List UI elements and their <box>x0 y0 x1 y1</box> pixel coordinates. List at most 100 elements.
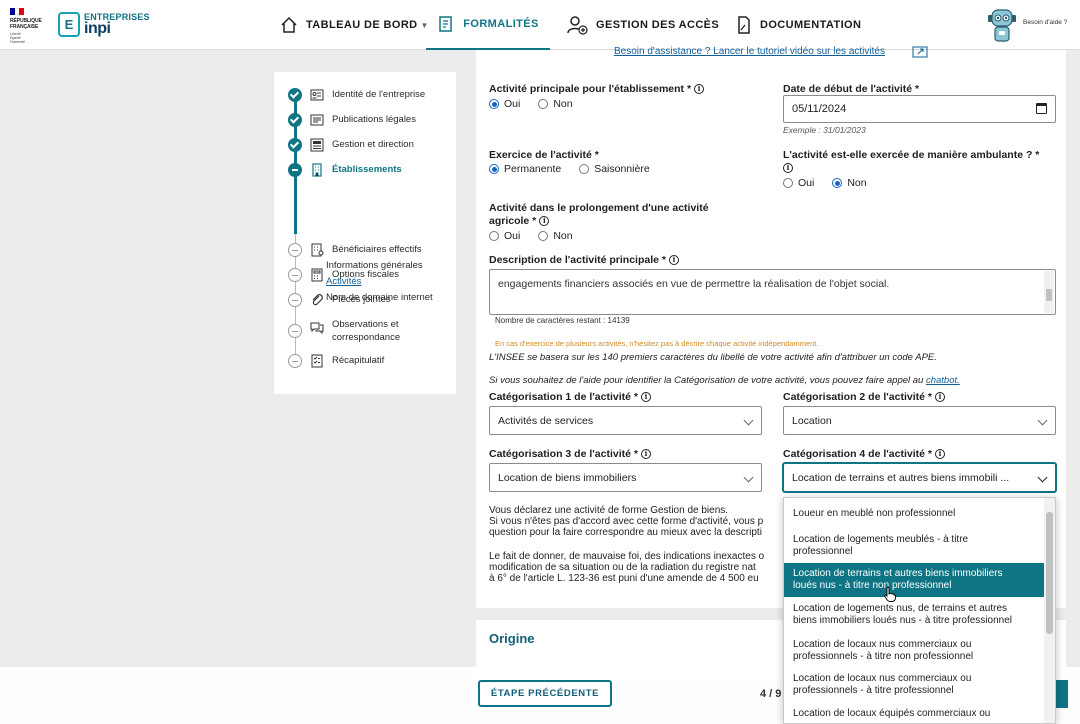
info-icon[interactable]: i <box>694 84 705 94</box>
start-date-input[interactable]: 05/11/2024 <box>783 95 1056 123</box>
info-icon[interactable]: i <box>934 449 945 459</box>
step-options-fiscales[interactable]: Options fiscales <box>288 268 399 282</box>
radio-label[interactable]: Oui <box>798 177 814 189</box>
main-activity-oui-radio[interactable] <box>489 99 499 109</box>
paperclip-icon <box>312 294 323 306</box>
exercise-label: Exercice de l'activité * <box>489 149 599 161</box>
main-activity-non-radio[interactable] <box>538 99 549 109</box>
insee-note: L'INSEE se basera sur les 140 premiers c… <box>489 352 937 363</box>
robot-assistant-icon[interactable] <box>986 6 1018 44</box>
description-textarea[interactable]: engagements financiers associés en vue d… <box>489 269 1056 315</box>
chevron-down-icon <box>1037 472 1048 483</box>
info-line: Vous déclarez une activité de forme Gest… <box>489 505 729 516</box>
nav-tableau-de-bord-label: TABLEAU DE BORD <box>306 19 418 31</box>
brand-inpi[interactable]: inpi <box>84 20 111 38</box>
exercise-permanente-radio[interactable] <box>489 164 499 174</box>
dropdown-option-text: Loueur en meublé non professionnel <box>793 508 956 519</box>
cat2-select[interactable]: Location <box>783 406 1056 435</box>
textarea-scrollbar[interactable] <box>1044 271 1054 313</box>
step-label: Identité de l'entreprise <box>332 89 426 100</box>
step-label: Établissements <box>332 164 402 175</box>
dropdown-scrollbar[interactable] <box>1044 498 1055 723</box>
multiple-activities-note: En cas d'exercice de plusieurs activités… <box>495 339 819 348</box>
checklist-icon <box>311 354 323 368</box>
radio-label[interactable]: Permanente <box>504 163 561 175</box>
info-icon[interactable]: i <box>934 392 945 402</box>
dropdown-option-selected[interactable]: Location de terrains et autres biens imm… <box>784 563 1046 597</box>
help-label[interactable]: Besoin d'aide ? <box>1023 19 1067 26</box>
assistance-tutorial-link[interactable]: Besoin d'assistance ? Lancer le tutoriel… <box>614 46 885 57</box>
dropdown-option[interactable]: Location de logements nus, de terrains e… <box>784 603 1046 627</box>
nav-formalites[interactable]: FORMALITÉS <box>426 0 550 50</box>
republique-francaise-logo[interactable]: RÉPUBLIQUE FRANÇAISE Liberté Égalité Fra… <box>8 8 54 44</box>
character-counter: Nombre de caractères restant : 14139 <box>495 316 630 325</box>
hand-cursor-icon <box>884 586 896 602</box>
ambulant-oui-radio[interactable] <box>783 178 793 188</box>
radio-label[interactable]: Non <box>553 230 572 242</box>
step-label-2: correspondance <box>332 332 401 343</box>
dropdown-option[interactable]: Location de locaux nus commerciaux ou pro… <box>784 673 1046 697</box>
cat3-select[interactable]: Location de biens immobiliers <box>489 463 762 492</box>
cat4-dropdown-list: Loueur en meublé non professionnel Locat… <box>783 497 1056 724</box>
dropdown-option[interactable]: Location de logements meublés - à titre p… <box>784 534 1046 558</box>
step-done-check-icon <box>288 113 302 127</box>
chat-icon <box>310 322 324 334</box>
rf-line2: FRANÇAISE <box>10 24 39 30</box>
cat2-value: Location <box>792 415 832 427</box>
step-label: Options fiscales <box>332 269 400 280</box>
calendar-icon[interactable] <box>1036 103 1047 114</box>
user-add-icon <box>567 16 588 35</box>
dropdown-scrollbar-thumb[interactable] <box>1046 512 1053 634</box>
radio-label[interactable]: Oui <box>504 230 520 242</box>
step-publications[interactable]: Publications légales <box>288 113 416 127</box>
info-icon[interactable]: i <box>783 163 793 173</box>
entreprises-badge-icon[interactable]: E <box>58 12 80 37</box>
dropdown-option[interactable]: Location de locaux nus commerciaux ou pro… <box>784 639 1046 663</box>
nav-tableau-de-bord[interactable]: TABLEAU DE BORD ▼ <box>280 0 429 50</box>
external-link-icon[interactable] <box>912 46 928 58</box>
info-icon[interactable]: i <box>640 449 651 459</box>
agricole-non-radio[interactable] <box>538 231 549 241</box>
chatbot-link[interactable]: chatbot. <box>926 375 960 386</box>
step-recapitulatif[interactable]: Récapitulatif <box>288 354 384 368</box>
cat1-label: Catégorisation 1 de l'activité * i <box>489 391 651 404</box>
dropdown-option[interactable]: Location de locaux équipés commerciaux o… <box>784 708 1046 720</box>
step-todo-icon <box>288 293 302 307</box>
step-etablissements[interactable]: Établissements <box>288 163 402 177</box>
step-todo-icon <box>288 243 302 257</box>
info-icon[interactable]: i <box>668 255 679 265</box>
radio-label[interactable]: Oui <box>504 98 520 110</box>
cat3-value: Location de biens immobiliers <box>498 472 637 484</box>
dropdown-option[interactable]: Loueur en meublé non professionnel <box>784 508 1046 520</box>
building-people-icon <box>311 243 324 257</box>
nav-gestion-des-acces-label: GESTION DES ACCÈS <box>596 19 720 31</box>
agricole-oui-radio[interactable] <box>489 231 499 241</box>
info-icon[interactable]: i <box>539 216 550 226</box>
cat4-select[interactable]: Location de terrains et autres biens imm… <box>783 463 1056 492</box>
step-label: Observations et <box>332 319 399 330</box>
ambulant-non-radio[interactable] <box>832 178 843 188</box>
cat4-label: Catégorisation 4 de l'activité * i <box>783 448 945 461</box>
step-gestion[interactable]: Gestion et direction <box>288 138 414 152</box>
step-todo-icon <box>288 354 302 368</box>
radio-label[interactable]: Non <box>553 98 572 110</box>
step-observations[interactable]: Observations et correspondance <box>288 318 400 344</box>
step-identite[interactable]: Identité de l'entreprise <box>288 88 425 102</box>
nav-documentation[interactable]: DOCUMENTATION <box>736 0 861 50</box>
radio-label[interactable]: Non <box>847 177 866 189</box>
step-todo-icon <box>288 268 302 282</box>
step-label: Récapitulatif <box>332 355 385 366</box>
step-label: Pièces jointes <box>332 294 391 305</box>
cat1-select[interactable]: Activités de services <box>489 406 762 435</box>
radio-label[interactable]: Saisonnière <box>594 163 649 175</box>
info-line: question pour la faire correspondre au m… <box>489 527 762 538</box>
step-pieces-jointes[interactable]: Pièces jointes <box>288 293 391 307</box>
previous-step-button[interactable]: ÉTAPE PRÉCÉDENTE <box>478 680 612 707</box>
nav-gestion-des-acces[interactable]: GESTION DES ACCÈS <box>566 0 719 50</box>
exercise-saisonniere-radio[interactable] <box>579 164 590 174</box>
step-beneficiaires[interactable]: Bénéficiaires effectifs <box>288 243 422 257</box>
info-icon[interactable]: i <box>640 392 651 402</box>
top-header: RÉPUBLIQUE FRANÇAISE Liberté Égalité Fra… <box>0 0 1080 50</box>
dropdown-option-text: Location de locaux nus commerciaux ou <box>793 639 972 650</box>
description-value: engagements financiers associés en vue d… <box>498 278 890 290</box>
